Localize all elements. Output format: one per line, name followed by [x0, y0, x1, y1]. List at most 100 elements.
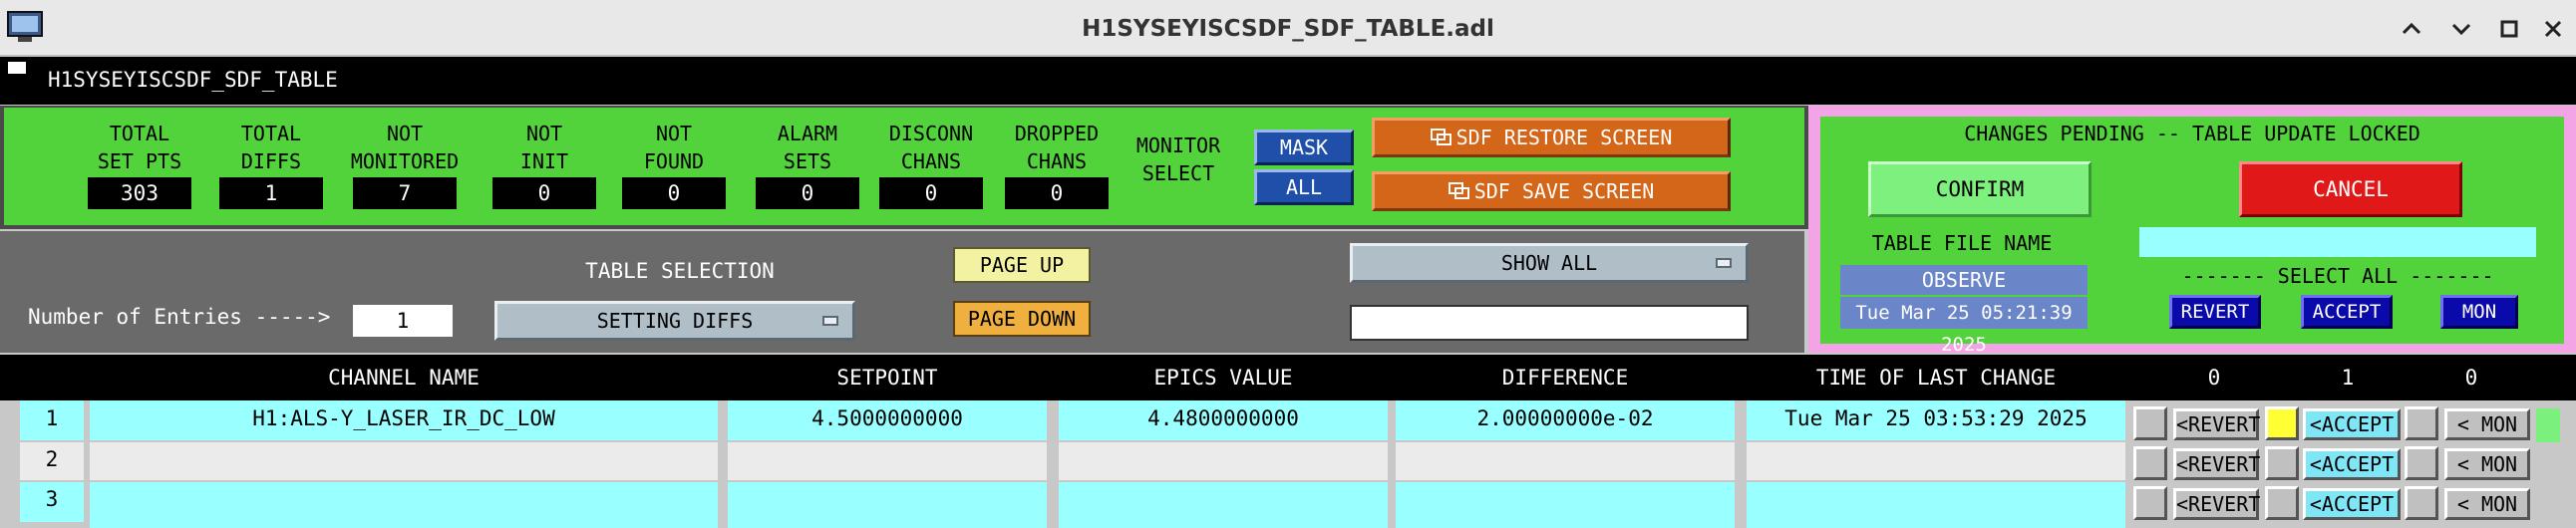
- mon-checkbox[interactable]: [2405, 446, 2438, 480]
- revert-checkbox[interactable]: [2133, 446, 2167, 480]
- cell-setpoint: 4.5000000000: [728, 400, 1047, 440]
- corner-marker: [8, 62, 26, 74]
- stat-label: CHANS: [1026, 149, 1088, 173]
- revert-checkbox[interactable]: [2133, 486, 2167, 520]
- stat-label: DROPPED: [1014, 122, 1100, 145]
- stat-label: FOUND: [643, 149, 705, 173]
- accept-checkbox[interactable]: [2265, 486, 2299, 520]
- accept-row-button[interactable]: <ACCEPT: [2303, 448, 2401, 480]
- cell-time-of-last-change: [1747, 482, 2125, 528]
- monitor-select-label: MONITOR SELECT: [1127, 132, 1230, 187]
- confirm-button[interactable]: CONFIRM: [1868, 161, 2092, 217]
- revert-checkbox[interactable]: [2133, 406, 2167, 440]
- cell-epics-value: [1059, 442, 1388, 480]
- stat-value: 0: [879, 177, 983, 209]
- stat-label: DISCONN: [888, 122, 974, 145]
- accept-row-button[interactable]: <ACCEPT: [2303, 488, 2401, 520]
- mask-button[interactable]: MASK: [1254, 130, 1354, 165]
- page-down-button[interactable]: PAGE DOWN: [953, 301, 1091, 337]
- cancel-button[interactable]: CANCEL: [2239, 161, 2462, 217]
- stat-label: NOT: [386, 122, 424, 145]
- revert-row-button[interactable]: <REVERT: [2173, 448, 2260, 480]
- page-up-button[interactable]: PAGE UP: [953, 247, 1091, 283]
- accept-checkbox[interactable]: [2265, 446, 2299, 480]
- stat-value: 1: [219, 177, 323, 209]
- revert-row-button[interactable]: <REVERT: [2173, 408, 2260, 440]
- observe-label: OBSERVE: [1840, 265, 2088, 295]
- stat-value: 0: [756, 177, 859, 209]
- accept-checkbox[interactable]: [2265, 406, 2299, 440]
- entries-label: Number of Entries ----->: [28, 305, 331, 329]
- table-file-field: [2139, 227, 2536, 257]
- header-mon-count: 0: [2464, 366, 2478, 390]
- cell-epics-value: 4.4800000000: [1059, 400, 1388, 440]
- mon-checkbox[interactable]: [2405, 486, 2438, 520]
- accept-row-button[interactable]: <ACCEPT: [2303, 408, 2401, 440]
- stat-value: 0: [622, 177, 726, 209]
- cell-setpoint: [728, 482, 1047, 528]
- show-all-dropdown[interactable]: SHOW ALL: [1350, 243, 1749, 283]
- stat-not-monitored: NOT MONITORED 7: [345, 120, 465, 209]
- header-setpoint: SETPOINT: [836, 366, 938, 390]
- revert-row-button[interactable]: <REVERT: [2173, 488, 2260, 520]
- dropdown-arrow-icon: [822, 316, 838, 326]
- stat-label: SETS: [783, 149, 832, 173]
- mon-all-button[interactable]: MON: [2440, 295, 2518, 329]
- screen-name: H1SYSEYISCSDF_SDF_TABLE: [48, 68, 338, 92]
- maximize-icon[interactable]: [2446, 14, 2476, 44]
- sdf-restore-label: SDF RESTORE SCREEN: [1455, 126, 1673, 149]
- related-display-icon: [1430, 123, 1452, 156]
- select-all-label: ------- SELECT ALL -------: [2181, 264, 2494, 288]
- filter-input[interactable]: [1350, 305, 1749, 341]
- revert-all-button[interactable]: REVERT: [2169, 295, 2261, 329]
- cell-difference: [1396, 442, 1735, 480]
- stat-not-found: NOT FOUND 0: [622, 120, 726, 209]
- window-titlebar: H1SYSEYISCSDF_SDF_TABLE.adl: [0, 0, 2576, 56]
- cell-difference: [1396, 482, 1735, 528]
- cell-setpoint: [728, 442, 1047, 480]
- stat-label: INIT: [519, 149, 569, 173]
- close-icon[interactable]: [2538, 14, 2568, 44]
- sdf-restore-screen-button[interactable]: SDF RESTORE SCREEN: [1372, 118, 1731, 157]
- table-selection-value: SETTING DIFFS: [596, 309, 754, 333]
- sdf-save-label: SDF SAVE SCREEN: [1473, 179, 1655, 203]
- stat-value: 7: [353, 177, 457, 209]
- stat-disconn-chans: DISCONN CHANS 0: [879, 120, 983, 209]
- observe-timestamp: Tue Mar 25 05:21:39 2025: [1840, 297, 2088, 356]
- stat-label: MONITORED: [350, 149, 460, 173]
- mon-checkbox[interactable]: [2405, 406, 2438, 440]
- sdf-save-screen-button[interactable]: SDF SAVE SCREEN: [1372, 171, 1731, 211]
- row-number: 3: [20, 482, 84, 522]
- header-accept-count: 1: [2341, 366, 2355, 390]
- header-epics-value: EPICS VALUE: [1153, 366, 1293, 390]
- stat-label: CHANS: [900, 149, 962, 173]
- cell-time-of-last-change: [1747, 442, 2125, 480]
- window-title: H1SYSEYISCSDF_SDF_TABLE.adl: [1082, 16, 1494, 42]
- stat-label: TOTAL: [109, 122, 170, 145]
- accept-all-button[interactable]: ACCEPT: [2301, 295, 2393, 329]
- stat-dropped-chans: DROPPED CHANS 0: [1005, 120, 1109, 209]
- cell-channel-name: H1:ALS-Y_LASER_IR_DC_LOW: [90, 400, 718, 440]
- mon-row-button[interactable]: < MON: [2444, 448, 2530, 480]
- show-all-value: SHOW ALL: [1500, 251, 1598, 275]
- cell-difference: 2.00000000e-02: [1396, 400, 1735, 440]
- stat-label: SET PTS: [97, 149, 182, 173]
- minimize-icon[interactable]: [2397, 14, 2426, 44]
- cell-time-of-last-change: Tue Mar 25 03:53:29 2025: [1747, 400, 2125, 440]
- mon-row-button[interactable]: < MON: [2444, 488, 2530, 520]
- header-difference: DIFFERENCE: [1501, 366, 1629, 390]
- row-number: 2: [20, 442, 84, 480]
- entries-value: 1: [353, 305, 453, 337]
- monitor-label-line2: SELECT: [1141, 161, 1215, 185]
- restore-icon[interactable]: [2494, 14, 2524, 44]
- table-selection-dropdown[interactable]: SETTING DIFFS: [494, 301, 855, 341]
- screen-name-bar: H1SYSEYISCSDF_SDF_TABLE: [0, 57, 2576, 105]
- header-channel-name: CHANNEL NAME: [328, 366, 480, 390]
- stat-value: 303: [88, 177, 191, 209]
- table-header: CHANNEL NAME SETPOINT EPICS VALUE DIFFER…: [0, 355, 2576, 400]
- stat-label: NOT: [525, 122, 563, 145]
- mon-row-button[interactable]: < MON: [2444, 408, 2530, 440]
- all-button[interactable]: ALL: [1254, 169, 1354, 205]
- header-revert-count: 0: [2207, 366, 2221, 390]
- table-selection-label: TABLE SELECTION: [585, 259, 775, 283]
